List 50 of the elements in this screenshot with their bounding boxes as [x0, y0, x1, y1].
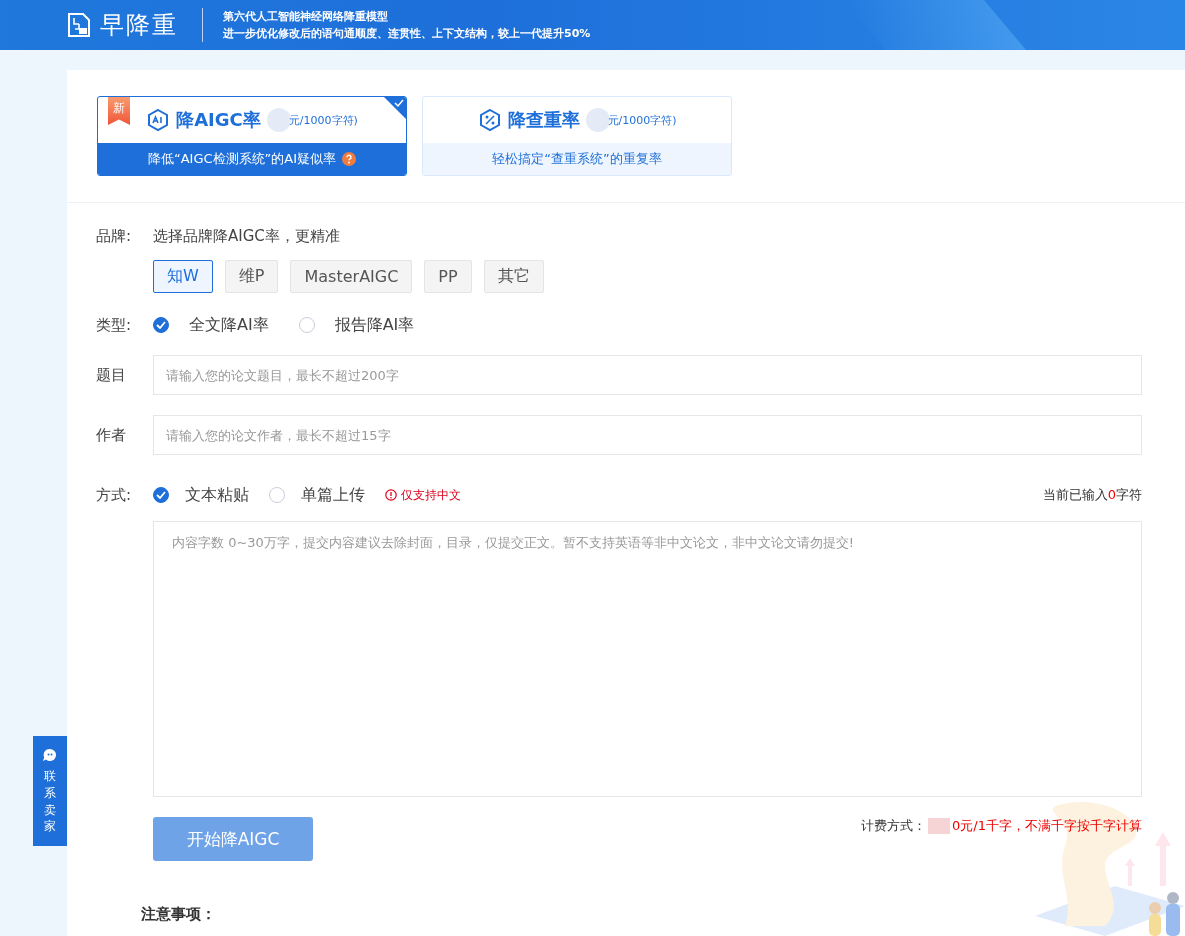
warning-icon: [385, 489, 397, 501]
brand-option[interactable]: 维P: [224, 260, 279, 293]
service-subtitle: 降低“AIGC检测系统”的AI疑似率: [147, 150, 337, 168]
service-price: 元/1000字符): [288, 112, 358, 128]
logo-text: 早降重: [100, 10, 178, 41]
input-field[interactable]: 请输入您的论文题目，最长不超过200字: [153, 355, 1142, 395]
radio-label: 全文降AI率: [189, 314, 269, 336]
billing-label: 计费方式：: [861, 817, 927, 835]
brand-option[interactable]: 其它: [483, 260, 544, 293]
radio-label: 报告降AI率: [334, 314, 415, 336]
billing-text: 0元/1千字，不满千字按千字计算: [952, 817, 1142, 835]
chat-icon: [42, 748, 58, 762]
chinese-only-note: 仅支持中文: [401, 486, 461, 504]
document-ai-icon: [66, 12, 92, 38]
subline: 进一步优化修改后的语句通顺度、连贯性、上下文结构，较上一代提升50%: [223, 26, 591, 42]
brand-option[interactable]: PP: [424, 260, 472, 293]
field-label: 作者: [96, 425, 127, 445]
blurred-mark: [928, 818, 951, 834]
radio-button[interactable]: [153, 487, 169, 503]
radio-button[interactable]: [153, 317, 169, 333]
service-card[interactable]: 降查重率 元/1000字符) 轻松搞定“查重系统”的重复率: [422, 96, 732, 176]
percent-hexagon-icon: [477, 108, 502, 132]
service-price: 元/1000字符): [607, 112, 677, 128]
content-text-area[interactable]: 内容字数 0~30万字，提交内容建议去除封面，目录，仅提交正文。暂不支持英语等非中文论文，非中文论文请勿提交!: [153, 521, 1142, 797]
help-icon[interactable]: [342, 152, 357, 166]
ai-hexagon-icon: [146, 108, 171, 132]
new-badge: 新: [108, 97, 130, 125]
field-label: 题目: [96, 365, 127, 385]
input-field[interactable]: 请输入您的论文作者，最长不超过15字: [153, 415, 1142, 455]
check-corner-icon: [384, 97, 406, 119]
service-title: 降查重率: [507, 108, 580, 132]
blurred-mark: [266, 108, 291, 132]
check-icon: [156, 321, 166, 329]
brand-option[interactable]: MasterAIGC: [290, 260, 413, 293]
character-counter: 当前已输入0字符: [1042, 486, 1142, 504]
brand-label: 品牌:: [96, 227, 133, 246]
service-card[interactable]: 新 降AIGC率 元/1000字符) 降低“AIGC检测系统”的AI疑似率: [97, 96, 407, 176]
notes-heading: 注意事项：: [140, 905, 217, 924]
type-label: 类型:: [96, 315, 133, 335]
service-title: 降AIGC率: [176, 108, 261, 132]
radio-label: 单篇上传: [301, 484, 365, 506]
brand-option[interactable]: 知W: [153, 260, 213, 293]
headline: 第六代人工智能神经网络降重模型: [223, 9, 389, 25]
mode-label: 方式:: [96, 485, 133, 505]
brand-hint: 选择品牌降AIGC率，更精准: [153, 227, 340, 246]
contact-seller-tab[interactable]: 联系卖家: [33, 736, 67, 846]
radio-label: 文本粘贴: [185, 484, 249, 506]
service-subtitle: 轻松搞定“查重系统”的重复率: [492, 150, 662, 168]
blurred-mark: [585, 108, 610, 132]
check-icon: [156, 491, 166, 499]
